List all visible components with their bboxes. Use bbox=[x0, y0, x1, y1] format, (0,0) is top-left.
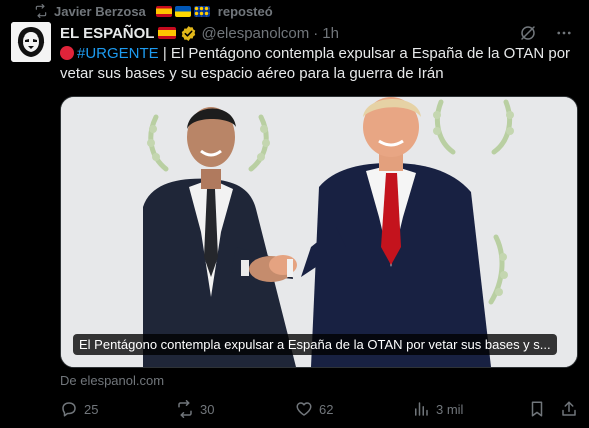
like-count: 62 bbox=[319, 401, 334, 417]
tweet-top-actions bbox=[519, 24, 573, 42]
retweet-icon bbox=[176, 400, 194, 418]
views-button[interactable]: 3 mil bbox=[412, 400, 463, 418]
card-photo bbox=[61, 97, 577, 367]
share-icon bbox=[560, 400, 578, 418]
retweet-count: 30 bbox=[200, 401, 215, 417]
author-handle[interactable]: @elespanolcom bbox=[201, 25, 309, 42]
retweet-button[interactable]: 30 bbox=[176, 400, 214, 418]
eu-flag-icon bbox=[193, 5, 210, 17]
tweet-text: #URGENTE | El Pentágono contempla expuls… bbox=[60, 44, 580, 84]
verified-badge-icon[interactable] bbox=[180, 25, 197, 42]
bookmark-icon bbox=[528, 400, 546, 418]
reply-button[interactable]: 25 bbox=[60, 400, 98, 418]
views-count: 3 mil bbox=[436, 401, 464, 417]
link-card[interactable]: El Pentágono contempla expulsar a España… bbox=[60, 96, 578, 368]
author-avatar[interactable] bbox=[11, 22, 51, 62]
red-circle-icon bbox=[60, 46, 74, 60]
flag-emojis bbox=[155, 5, 210, 17]
tweet-header: EL ESPAÑOL @elespanolcom · 1h bbox=[60, 24, 339, 42]
bookmark-button[interactable] bbox=[528, 400, 546, 418]
card-source[interactable]: De elespanol.com bbox=[60, 373, 164, 388]
spain-flag-icon bbox=[158, 27, 177, 39]
reply-count: 25 bbox=[84, 401, 99, 417]
views-icon bbox=[412, 400, 430, 418]
repost-user[interactable]: Javier Berzosa bbox=[54, 4, 146, 19]
heart-icon bbox=[295, 400, 313, 418]
author-name[interactable]: EL ESPAÑOL bbox=[60, 25, 154, 42]
reply-icon bbox=[60, 400, 78, 418]
tweet-timestamp[interactable]: 1h bbox=[322, 25, 339, 42]
more-icon[interactable] bbox=[555, 24, 573, 42]
hashtag-link[interactable]: #URGENTE bbox=[77, 45, 159, 62]
tweet-actions: 25 30 62 3 mil bbox=[60, 400, 580, 420]
card-caption: El Pentágono contempla expulsar a España… bbox=[73, 334, 557, 355]
repost-icon bbox=[34, 4, 48, 18]
repost-indicator[interactable]: Javier Berzosa reposteó bbox=[34, 3, 273, 19]
ukraine-flag-icon bbox=[174, 5, 191, 17]
grok-icon[interactable] bbox=[519, 24, 537, 42]
repost-action-label: reposteó bbox=[217, 3, 273, 19]
like-button[interactable]: 62 bbox=[295, 400, 333, 418]
share-button[interactable] bbox=[560, 400, 578, 418]
spain-flag-icon bbox=[155, 5, 172, 17]
separator-dot: · bbox=[313, 24, 319, 42]
